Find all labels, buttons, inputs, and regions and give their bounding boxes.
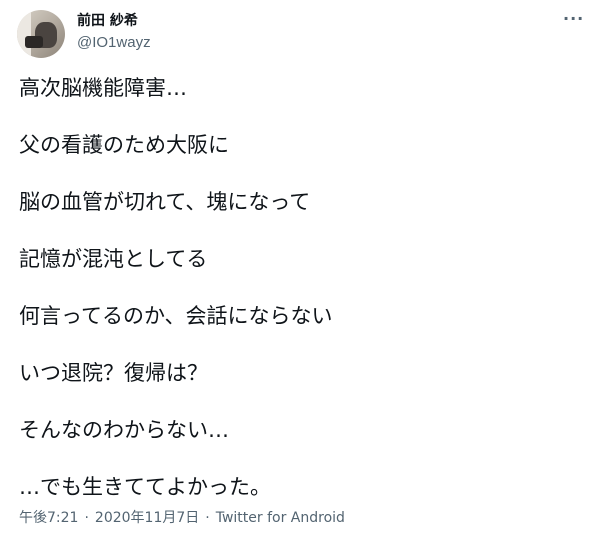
meta-separator: ·	[84, 510, 89, 526]
tweet-date[interactable]: 2020年11月7日	[95, 510, 199, 526]
tweet-card: 前田 紗希 @IO1wayz ··· 高次脳機能障害… 父の看護のため大阪に 脳…	[0, 0, 598, 541]
author-handle[interactable]: @IO1wayz	[77, 33, 151, 53]
tweet-line: 記憶が混沌としてる	[19, 247, 208, 271]
tweet-line: いつ退院？復帰は？	[19, 361, 208, 385]
tweet-line: …でも生きててよかった。	[19, 475, 271, 499]
author-info: 前田 紗希 @IO1wayz	[77, 12, 151, 53]
tweet-line: 高次脳機能障害…	[19, 76, 187, 100]
tweet-source-link[interactable]: Twitter for Android	[216, 510, 345, 526]
avatar-camera	[25, 36, 43, 48]
meta-separator: ·	[205, 510, 210, 526]
avatar[interactable]	[17, 10, 65, 58]
tweet-line: 脳の血管が切れて、塊になって	[19, 190, 311, 214]
author-display-name[interactable]: 前田 紗希	[77, 12, 151, 30]
tweet-line: そんなのわからない…	[19, 418, 229, 442]
tweet-text: 高次脳機能障害… 父の看護のため大阪に 脳の血管が切れて、塊になって 記憶が混沌…	[19, 72, 579, 528]
more-options-icon[interactable]: ···	[563, 11, 583, 32]
tweet-line: 父の看護のため大阪に	[19, 133, 229, 157]
tweet-line: 何言ってるのか、会話にならない	[19, 304, 333, 328]
tweet-metadata: 午後7:21 · 2020年11月7日 · Twitter for Android	[19, 508, 345, 528]
avatar-background	[17, 10, 31, 58]
tweet-header: 前田 紗希 @IO1wayz ···	[17, 10, 587, 60]
tweet-time[interactable]: 午後7:21	[19, 510, 78, 526]
